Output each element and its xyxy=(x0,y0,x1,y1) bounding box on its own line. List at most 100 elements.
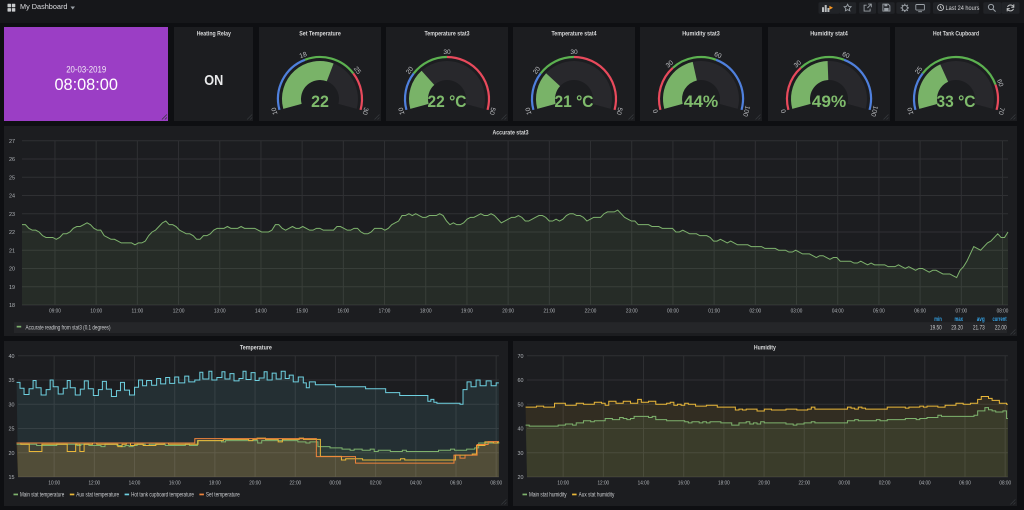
svg-text:Hot tank cupboard temperature: Hot tank cupboard temperature xyxy=(131,493,194,499)
svg-text:40: 40 xyxy=(9,354,15,360)
svg-text:min: min xyxy=(934,317,942,323)
svg-text:23:00: 23:00 xyxy=(626,309,638,315)
svg-text:14:00: 14:00 xyxy=(255,309,267,315)
svg-text:ON: ON xyxy=(204,73,223,89)
svg-text:33 °C: 33 °C xyxy=(937,93,976,111)
svg-text:25: 25 xyxy=(9,175,15,181)
svg-text:Temperature stat4: Temperature stat4 xyxy=(552,31,597,38)
svg-text:12:00: 12:00 xyxy=(173,309,185,315)
svg-text:20: 20 xyxy=(9,267,15,273)
svg-text:27: 27 xyxy=(9,139,15,145)
svg-text:05:00: 05:00 xyxy=(873,309,885,315)
svg-text:02:00: 02:00 xyxy=(749,309,761,315)
svg-text:10:00: 10:00 xyxy=(557,481,569,487)
svg-text:22: 22 xyxy=(311,93,329,111)
svg-text:10:00: 10:00 xyxy=(48,481,60,487)
svg-text:14:00: 14:00 xyxy=(129,481,141,487)
svg-text:0: 0 xyxy=(780,108,788,114)
svg-text:08:00: 08:00 xyxy=(997,309,1009,315)
svg-text:18: 18 xyxy=(9,303,15,309)
svg-text:60: 60 xyxy=(518,378,524,384)
svg-text:20: 20 xyxy=(518,475,524,481)
svg-text:06:00: 06:00 xyxy=(914,309,926,315)
svg-text:22:00: 22:00 xyxy=(289,481,301,487)
svg-text:30: 30 xyxy=(443,49,451,56)
svg-text:max: max xyxy=(955,317,964,323)
svg-text:01:00: 01:00 xyxy=(708,309,720,315)
svg-text:02:00: 02:00 xyxy=(879,481,891,487)
svg-text:avg: avg xyxy=(977,317,985,323)
svg-text:20:00: 20:00 xyxy=(249,481,261,487)
svg-text:21: 21 xyxy=(9,248,15,254)
svg-text:18:00: 18:00 xyxy=(718,481,730,487)
svg-text:50: 50 xyxy=(518,402,524,408)
svg-text:40: 40 xyxy=(518,427,524,433)
svg-text:06:00: 06:00 xyxy=(959,481,971,487)
svg-text:20: 20 xyxy=(9,451,15,457)
svg-text:44%: 44% xyxy=(684,93,719,111)
svg-text:22 °C: 22 °C xyxy=(427,93,466,111)
svg-text:22:00: 22:00 xyxy=(585,309,597,315)
svg-text:21:00: 21:00 xyxy=(543,309,555,315)
svg-text:current: current xyxy=(993,317,1007,323)
svg-text:22: 22 xyxy=(9,230,15,236)
svg-text:18:00: 18:00 xyxy=(420,309,432,315)
svg-text:0: 0 xyxy=(653,108,661,114)
svg-text:26: 26 xyxy=(9,157,15,163)
svg-text:25: 25 xyxy=(9,427,15,433)
svg-text:17:00: 17:00 xyxy=(379,309,391,315)
svg-text:Heating Relay: Heating Relay xyxy=(196,31,231,38)
svg-text:13:00: 13:00 xyxy=(214,309,226,315)
svg-text:12:00: 12:00 xyxy=(598,481,610,487)
svg-text:20:00: 20:00 xyxy=(502,309,514,315)
svg-text:24: 24 xyxy=(9,194,15,200)
svg-text:10:00: 10:00 xyxy=(90,309,102,315)
svg-text:02:00: 02:00 xyxy=(370,481,382,487)
svg-text:Temperature stat3: Temperature stat3 xyxy=(424,31,469,38)
svg-text:16:00: 16:00 xyxy=(169,481,181,487)
svg-text:Set temperature: Set temperature xyxy=(206,493,240,499)
svg-text:Accurate reading from stat3 (0: Accurate reading from stat3 (0.1 degrees… xyxy=(26,325,111,331)
svg-text:12:00: 12:00 xyxy=(88,481,100,487)
svg-text:08:08:00: 08:08:00 xyxy=(54,75,118,94)
svg-text:Humidity stat4: Humidity stat4 xyxy=(810,31,848,38)
svg-text:Aux stat temperature: Aux stat temperature xyxy=(76,493,119,499)
svg-text:23: 23 xyxy=(9,212,15,218)
svg-text:Temperature: Temperature xyxy=(240,345,272,352)
svg-text:03:00: 03:00 xyxy=(791,309,803,315)
svg-text:Hot Tank Cupboard: Hot Tank Cupboard xyxy=(933,31,979,38)
svg-text:15:00: 15:00 xyxy=(296,309,308,315)
svg-text:Last 24 hours: Last 24 hours xyxy=(946,5,980,12)
svg-text:22.00: 22.00 xyxy=(995,325,1007,331)
svg-text:06:00: 06:00 xyxy=(450,481,462,487)
svg-text:18:00: 18:00 xyxy=(209,481,221,487)
svg-text:14:00: 14:00 xyxy=(638,481,650,487)
svg-text:07:00: 07:00 xyxy=(955,309,967,315)
svg-text:00:00: 00:00 xyxy=(839,481,851,487)
svg-text:15: 15 xyxy=(9,475,15,481)
svg-text:21 °C: 21 °C xyxy=(555,93,594,111)
svg-text:35: 35 xyxy=(9,378,15,384)
svg-text:30: 30 xyxy=(9,402,15,408)
svg-text:08:00: 08:00 xyxy=(999,481,1011,487)
svg-text:20-03-2019: 20-03-2019 xyxy=(66,65,106,75)
svg-text:19:00: 19:00 xyxy=(461,309,473,315)
svg-text:08:00: 08:00 xyxy=(490,481,502,487)
svg-text:23.20: 23.20 xyxy=(951,325,963,331)
svg-text:04:00: 04:00 xyxy=(410,481,422,487)
svg-text:70: 70 xyxy=(518,354,524,360)
svg-text:09:00: 09:00 xyxy=(49,309,61,315)
svg-text:16:00: 16:00 xyxy=(678,481,690,487)
svg-text:Humidity: Humidity xyxy=(754,345,776,352)
svg-text:19: 19 xyxy=(9,285,15,291)
svg-text:11:00: 11:00 xyxy=(132,309,144,315)
svg-text:20:00: 20:00 xyxy=(758,481,770,487)
svg-text:30: 30 xyxy=(518,451,524,457)
svg-text:Aux stat humidity: Aux stat humidity xyxy=(579,493,615,499)
svg-text:30: 30 xyxy=(570,49,578,56)
svg-text:Main stat temperature: Main stat temperature xyxy=(20,493,65,499)
svg-text:My Dashboard: My Dashboard xyxy=(20,2,68,11)
svg-text:Humidity stat3: Humidity stat3 xyxy=(683,31,721,38)
svg-text:Set Temperature: Set Temperature xyxy=(299,31,341,38)
svg-text:04:00: 04:00 xyxy=(919,481,931,487)
